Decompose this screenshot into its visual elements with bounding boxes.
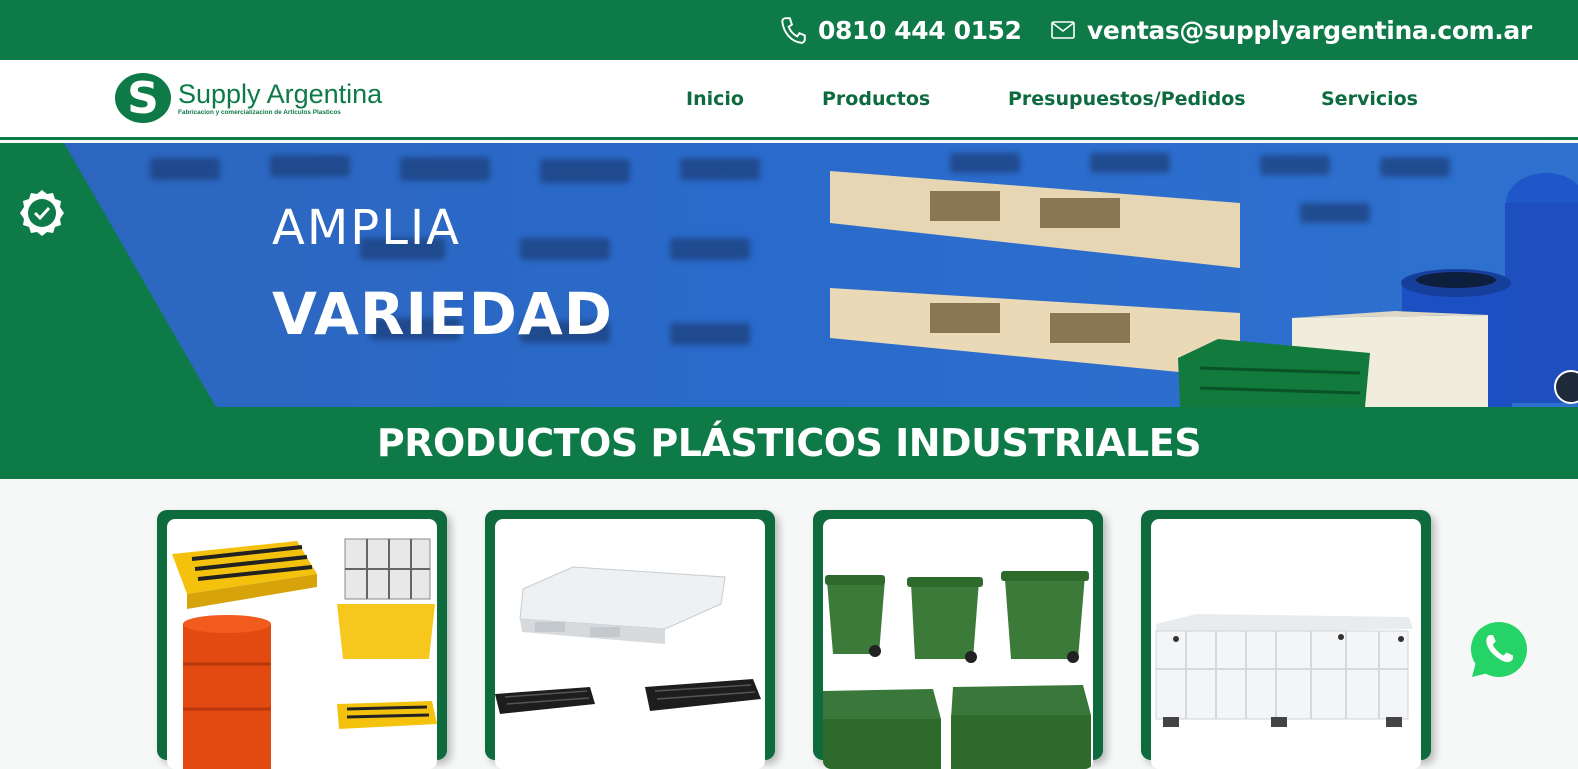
waste-containers-image [823,571,1091,769]
product-card-containers[interactable] [813,510,1103,769]
hero-green-stripe [0,143,216,407]
svg-text:S: S [127,73,159,124]
hero-line-2: VARIEDAD [272,280,613,348]
logo-mark-icon: S [115,73,171,124]
product-card-spill-containment[interactable] [157,510,447,769]
plastic-pallets-image [495,566,761,714]
email-link[interactable]: ventas@supplyargentina.com.ar [1051,0,1532,60]
nav-presupuestos-pedidos[interactable]: Presupuestos/Pedidos [1008,88,1246,110]
logo-name: Supply Argentina [178,79,383,109]
hero-banner: AMPLIA VARIEDAD [0,143,1578,407]
section-title: PRODUCTOS PLÁSTICOS INDUSTRIALES [376,421,1202,465]
phone-number: 0810 444 0152 [818,15,1022,45]
whatsapp-icon[interactable] [1468,619,1530,681]
phone-link[interactable]: 0810 444 0152 [780,0,1022,60]
check-badge-icon [20,190,64,236]
product-card-pallets[interactable] [485,510,775,769]
hero-pallets-image [0,143,1578,407]
hero-line-1: AMPLIA [272,200,461,256]
phone-icon [781,17,806,44]
product-card-bin-box[interactable] [1141,510,1431,769]
site-logo[interactable]: S Supply Argentina Fabricacion y comerci… [114,72,382,124]
envelope-icon [1051,21,1075,39]
site-header: S Supply Argentina Fabricacion y comerci… [0,60,1578,140]
top-contact-bar: 0810 444 0152 ventas@supplyargentina.com… [0,0,1578,60]
nav-servicios[interactable]: Servicios [1321,88,1418,110]
logo-tagline: Fabricacion y comercializacion de Articu… [178,109,341,116]
nav-productos[interactable]: Productos [822,88,930,110]
email-address: ventas@supplyargentina.com.ar [1087,15,1532,45]
plastic-bin-box-image [1155,614,1413,727]
section-title-band: PRODUCTOS PLÁSTICOS INDUSTRIALES [0,407,1578,479]
nav-inicio[interactable]: Inicio [686,88,744,110]
spill-containment-products-image [172,538,437,769]
